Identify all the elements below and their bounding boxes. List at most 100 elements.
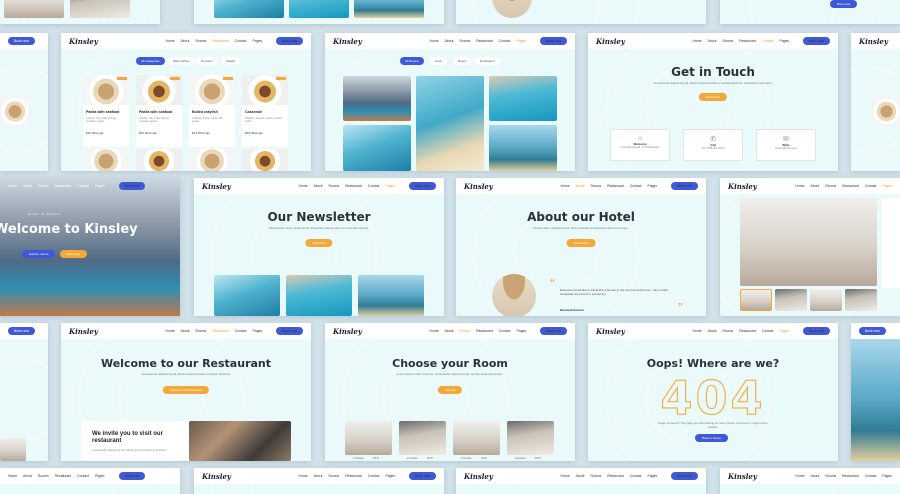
nav-pages[interactable]: Pages [882, 184, 892, 188]
brand-logo[interactable]: Kinsley [464, 182, 493, 191]
brand-logo[interactable]: Kinsley [728, 472, 757, 481]
nav-about[interactable]: About [576, 184, 585, 188]
room-card-image[interactable] [345, 421, 392, 455]
gallery-image[interactable] [489, 125, 557, 171]
book-now-button[interactable]: Book now [671, 472, 698, 480]
nav-about[interactable]: About [445, 329, 454, 333]
nav-home[interactable]: Home [561, 474, 570, 478]
nav-contact[interactable]: Contact [368, 184, 380, 188]
room-card-image[interactable] [453, 421, 500, 455]
room-card-image[interactable] [399, 421, 446, 455]
nav-pages[interactable]: Pages [647, 184, 657, 188]
nav-restaurant[interactable]: Restaurant [842, 474, 859, 478]
filter-desserts[interactable]: Desserts [196, 57, 218, 65]
view-all-button[interactable]: View all [437, 386, 463, 394]
nav-about[interactable]: About [23, 184, 32, 188]
brand-logo[interactable]: Kinsley [333, 327, 362, 336]
book-now-button[interactable]: Book now [540, 37, 567, 45]
contact-card-value[interactable]: +01 7538 462 08 09 [684, 147, 742, 150]
nav-home[interactable]: Home [8, 474, 17, 478]
nav-rooms[interactable]: Rooms [195, 39, 206, 43]
nav-contact[interactable]: Contact [77, 184, 89, 188]
nav-home[interactable]: Home [430, 39, 439, 43]
nav-home[interactable]: Home [8, 184, 17, 188]
room-thumb[interactable] [845, 289, 877, 311]
nav-pages[interactable]: Pages [516, 39, 526, 43]
nav-pages[interactable]: Pages [779, 329, 789, 333]
nav-pages[interactable]: Pages [385, 184, 395, 188]
nav-pages[interactable]: Pages [252, 39, 262, 43]
brand-logo[interactable]: Kinsley [596, 327, 625, 336]
nav-restaurant[interactable]: Restaurant [476, 329, 493, 333]
back-home-button[interactable]: Back to Home [695, 434, 728, 442]
book-now-button[interactable]: Book now [276, 327, 303, 335]
nav-restaurant[interactable]: Restaurant [345, 474, 362, 478]
nav-about[interactable]: About [810, 474, 819, 478]
nav-restaurant[interactable]: Restaurant [476, 39, 493, 43]
nav-about[interactable]: About [810, 184, 819, 188]
subscribe-button[interactable]: Subscribe [305, 239, 333, 247]
nav-contact[interactable]: Contact [235, 329, 247, 333]
dish-card[interactable]: Paella with seafood Lobster, rice, crab,… [136, 75, 182, 147]
nav-home[interactable]: Home [166, 39, 175, 43]
discover-restaurant-button[interactable]: Discover our Restaurant [162, 386, 210, 394]
dish-card[interactable]: Casserole Chicken, cheese, potato, spice… [242, 75, 288, 147]
nav-about[interactable]: About [576, 474, 585, 478]
nav-home[interactable]: Home [795, 474, 804, 478]
filter-beach[interactable]: Beach [453, 57, 472, 65]
nav-restaurant[interactable]: Restaurant [55, 184, 72, 188]
nav-restaurant[interactable]: Restaurant [739, 329, 756, 333]
book-now-button[interactable]: Book now [118, 182, 146, 190]
nav-about[interactable]: About [708, 329, 717, 333]
gallery-image[interactable] [343, 125, 411, 171]
nav-restaurant[interactable]: Restaurant [607, 474, 624, 478]
nav-restaurant[interactable]: Restaurant [842, 184, 859, 188]
explore-rooms-button[interactable]: Explore rooms [22, 250, 56, 258]
nav-restaurant[interactable]: Restaurant [212, 39, 229, 43]
nav-home[interactable]: Home [795, 184, 804, 188]
nav-contact[interactable]: Contact [235, 39, 247, 43]
brand-logo[interactable]: Kinsley [859, 37, 888, 46]
contact-card-value[interactable]: kinsley@hotel.com [757, 147, 815, 150]
book-now-button[interactable]: Book now [859, 327, 886, 335]
nav-home[interactable]: Home [299, 474, 308, 478]
gallery-image[interactable] [489, 76, 557, 121]
nav-home[interactable]: Home [693, 329, 702, 333]
nav-about[interactable]: About [181, 329, 190, 333]
hero-book-button[interactable]: Book now [60, 250, 88, 258]
nav-home[interactable]: Home [693, 39, 702, 43]
nav-contact[interactable]: Contact [762, 39, 774, 43]
nav-contact[interactable]: Contact [499, 329, 511, 333]
nav-contact[interactable]: Contact [630, 474, 642, 478]
book-now-button[interactable]: Book now [671, 182, 698, 190]
room-thumb[interactable] [810, 289, 842, 311]
room-thumb[interactable] [775, 289, 807, 311]
nav-pages[interactable]: Pages [779, 39, 789, 43]
book-now-button[interactable]: Book now [409, 182, 436, 190]
nav-restaurant[interactable]: Restaurant [55, 474, 72, 478]
nav-about[interactable]: About [708, 39, 717, 43]
book-now-button[interactable]: Book now [276, 37, 303, 45]
nav-home[interactable]: Home [166, 329, 175, 333]
nav-rooms[interactable]: Rooms [459, 329, 470, 333]
nav-pages[interactable]: Pages [647, 474, 657, 478]
brand-logo[interactable]: Kinsley [202, 182, 231, 191]
book-now-button[interactable]: Book now [803, 37, 830, 45]
nav-about[interactable]: About [445, 39, 454, 43]
nav-rooms[interactable]: Rooms [195, 329, 206, 333]
book-now-button[interactable]: Book now [409, 472, 436, 480]
contact-us-button[interactable]: Contact us [698, 93, 728, 101]
book-now-button[interactable]: Book now [8, 327, 35, 335]
nav-restaurant[interactable]: Restaurant [345, 184, 362, 188]
nav-rooms[interactable]: Rooms [825, 474, 836, 478]
filter-all-rooms[interactable]: All Rooms [400, 57, 424, 65]
nav-contact[interactable]: Contact [368, 474, 380, 478]
nav-about[interactable]: About [181, 39, 190, 43]
nav-contact[interactable]: Contact [630, 184, 642, 188]
filter-hotel[interactable]: Hotel [430, 57, 448, 65]
nav-home[interactable]: Home [299, 184, 308, 188]
dish-card[interactable]: Boiled crayfish Crayfish, lemon, garlic,… [189, 75, 235, 147]
nav-pages[interactable]: Pages [882, 474, 892, 478]
nav-pages[interactable]: Pages [516, 329, 526, 333]
nav-restaurant[interactable]: Restaurant [607, 184, 624, 188]
